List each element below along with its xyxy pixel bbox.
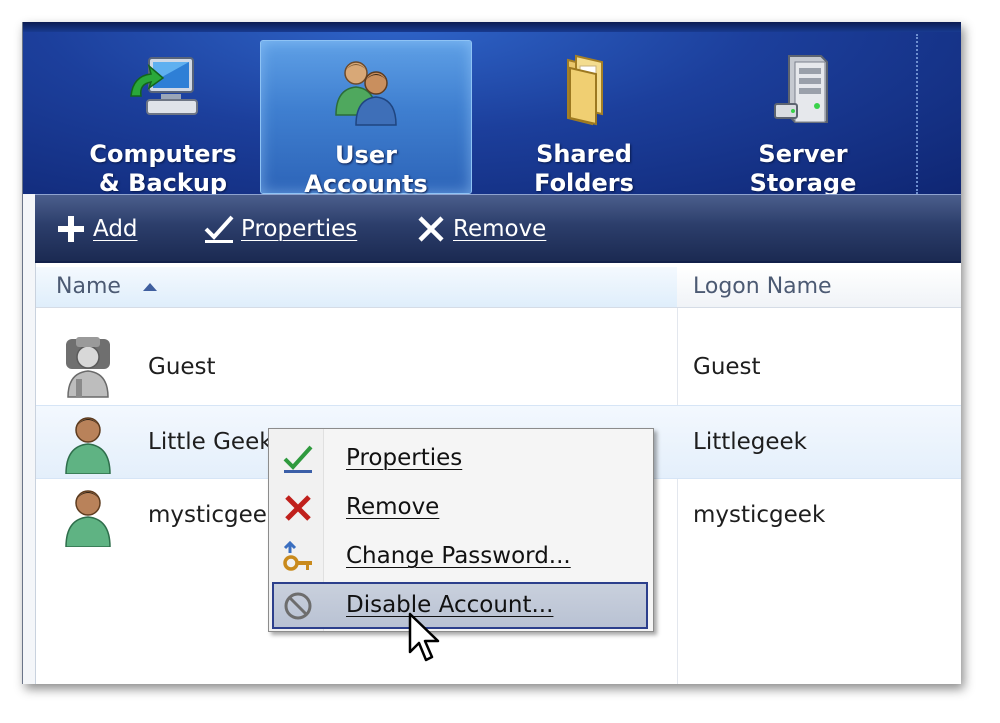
red-x-icon — [285, 495, 311, 521]
sort-ascending-icon — [142, 283, 157, 291]
key-icon — [283, 541, 312, 571]
tab-label: User Accounts — [304, 141, 428, 198]
column-header-name-label: Name — [56, 274, 121, 299]
column-header-logon-label: Logon Name — [693, 274, 832, 299]
user-name: Guest — [148, 354, 216, 380]
checkmark-icon — [283, 445, 313, 473]
logon-name: mysticgeek — [693, 502, 826, 528]
context-menu: Properties Remove Change Password... Dis… — [268, 428, 654, 632]
logon-name: Littlegeek — [693, 429, 808, 455]
menu-item-label: Change Password... — [346, 543, 571, 569]
table-row[interactable]: Guest Guest — [36, 331, 961, 403]
top-navigation: Computers & Backup User Accounts Shared … — [23, 22, 961, 198]
user-avatar-icon — [65, 417, 111, 474]
user-name: mysticgeek — [148, 502, 281, 528]
nav-divider — [916, 34, 918, 194]
tab-label: Server Storage — [749, 140, 857, 197]
tab-server-storage[interactable]: Server Storage — [698, 40, 908, 197]
tab-label: Shared Folders — [534, 140, 634, 197]
menu-item-label: Properties — [346, 445, 463, 471]
column-header-name[interactable]: Name — [36, 267, 697, 308]
tab-user-accounts[interactable]: User Accounts — [260, 40, 472, 198]
column-header-logon[interactable]: Logon Name — [677, 267, 961, 308]
tab-computers-backup[interactable]: Computers & Backup — [58, 40, 268, 197]
remove-button[interactable]: Remove — [415, 213, 546, 245]
menu-item-label: Remove — [346, 494, 440, 520]
menu-item-disable-account[interactable]: Disable Account... — [272, 582, 648, 629]
shared-folders-icon — [567, 54, 603, 126]
close-icon — [418, 216, 444, 242]
add-label: Add — [93, 216, 138, 242]
checkmark-icon — [204, 215, 234, 243]
menu-item-change-password[interactable]: Change Password... — [272, 533, 648, 580]
menu-item-remove[interactable]: Remove — [272, 484, 648, 531]
toolbar: Add Properties Remove — [35, 194, 961, 264]
properties-label: Properties — [241, 216, 358, 242]
mouse-cursor-icon — [408, 612, 440, 662]
server-storage-icon — [774, 55, 828, 123]
remove-label: Remove — [453, 216, 547, 242]
guest-avatar-icon — [66, 337, 110, 398]
computer-backup-icon — [130, 57, 198, 115]
user-name: Little Geek — [148, 429, 273, 455]
logon-name: Guest — [693, 354, 761, 380]
disable-icon — [284, 592, 312, 620]
properties-button[interactable]: Properties — [203, 213, 357, 245]
user-accounts-icon — [335, 61, 397, 126]
menu-item-label: Disable Account... — [346, 592, 554, 618]
menu-item-properties[interactable]: Properties — [272, 435, 648, 482]
plus-icon — [58, 216, 84, 242]
tab-shared-folders[interactable]: Shared Folders — [479, 40, 689, 197]
add-button[interactable]: Add — [55, 213, 138, 245]
user-avatar-icon — [65, 490, 111, 547]
tab-label: Computers & Backup — [89, 140, 237, 197]
